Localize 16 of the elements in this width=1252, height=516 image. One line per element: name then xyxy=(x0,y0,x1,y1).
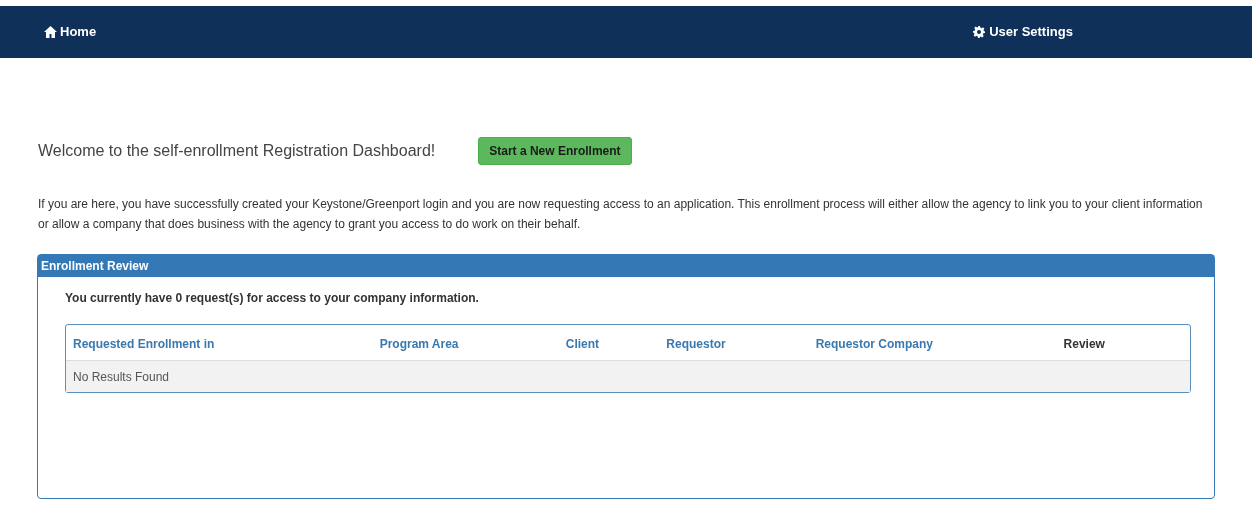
column-header-link[interactable]: Requestor xyxy=(666,336,726,351)
welcome-heading: Welcome to the self-enrollment Registration Dashboard! xyxy=(38,141,436,161)
user-settings-link[interactable]: User Settings xyxy=(973,22,1073,42)
column-header: Review xyxy=(1063,336,1105,351)
settings-icon xyxy=(973,26,986,38)
column-header-link[interactable]: Program Area xyxy=(379,336,459,351)
column-header-link[interactable]: Requestor Company xyxy=(815,336,933,351)
home-icon xyxy=(44,26,57,38)
start-enrollment-button[interactable]: Start a New Enrollment xyxy=(478,137,632,165)
column-header-link[interactable]: Client xyxy=(565,336,600,351)
home-link[interactable]: Home xyxy=(44,22,97,42)
empty-row: No Results Found xyxy=(66,360,1190,392)
request-summary: You currently have 0 request(s) for access to your company information. xyxy=(65,290,480,307)
panel-title: Enrollment Review xyxy=(38,255,1214,277)
intro-paragraph: If you are here, you have successfully created your Keystone/Greenport login and you are now requesting access to an application. This enrollment process will either allow the agency to link you to your client information or allow a company that does business with the agency to grant you access to do work on their behalf. xyxy=(38,196,1204,233)
column-header-link[interactable]: Requested Enrollment in xyxy=(73,336,215,351)
